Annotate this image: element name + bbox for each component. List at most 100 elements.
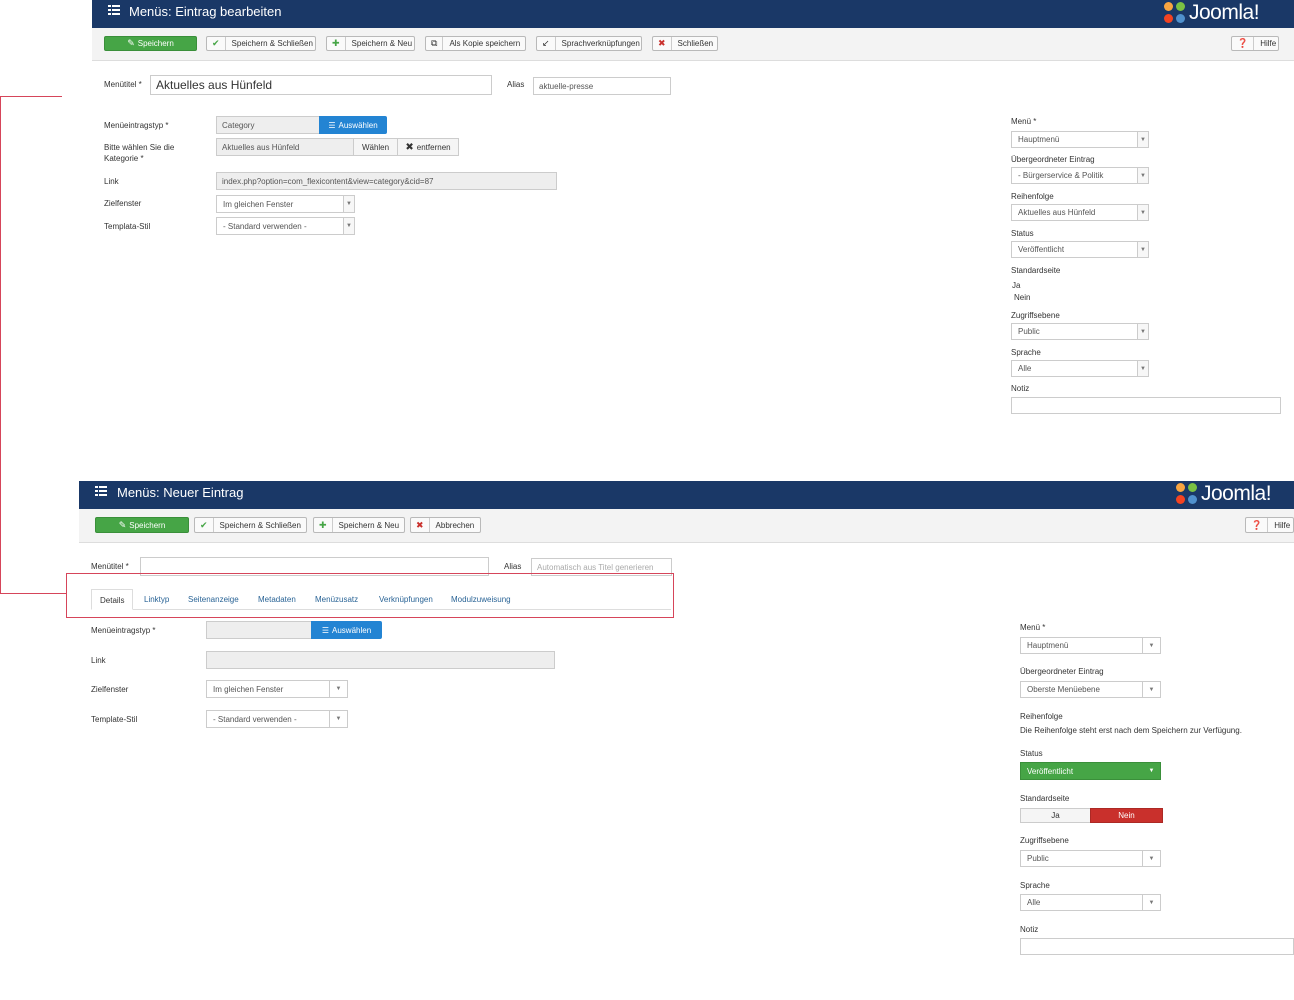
caret-down-icon: ▼ <box>1142 895 1160 910</box>
title-label: Menütitel * <box>104 80 142 89</box>
joomla-logo-icon <box>1176 483 1198 505</box>
plus-icon: ✚ <box>314 518 333 532</box>
bottom-header: Menüs: Neuer Eintrag Joomla! <box>79 481 1294 509</box>
caret-down-icon: ▼ <box>329 681 347 697</box>
chevron-down-icon: ▼ <box>343 218 354 234</box>
save-copy-button[interactable]: ⧉ Als Kopie speichern <box>425 36 526 51</box>
help-button[interactable]: ❓ Hilfe <box>1231 36 1279 51</box>
side-language-select[interactable]: Alle ▼ <box>1011 360 1149 377</box>
side-language-label: Sprache <box>1020 881 1050 890</box>
top-header: Menüs: Eintrag bearbeiten Joomla! <box>92 0 1294 28</box>
menu-item-type-label: Menüeintragstyp * <box>91 626 156 635</box>
side-access-label: Zugriffsebene <box>1011 311 1060 320</box>
side-note-label: Notiz <box>1011 384 1030 393</box>
link-field: index.php?option=com_flexicontent&view=c… <box>216 172 557 190</box>
cancel-button[interactable]: ✖ Abbrechen <box>410 517 481 533</box>
caret-down-icon: ▼ <box>1142 682 1160 697</box>
side-parent-select[interactable]: - Bürgerservice & Politik ▼ <box>1011 167 1149 184</box>
side-menu-label: Menü * <box>1011 117 1037 126</box>
save-close-button[interactable]: ✔ Speichern & Schließen <box>194 517 307 533</box>
side-note-input[interactable] <box>1011 397 1281 414</box>
question-icon: ❓ <box>1232 37 1255 50</box>
side-note-input[interactable] <box>1020 938 1294 955</box>
side-order-note: Die Reihenfolge steht erst nach dem Spei… <box>1020 726 1242 735</box>
save-button[interactable]: ✎ Speichern <box>95 517 189 533</box>
annotation-line-bottom <box>0 593 66 594</box>
list-icon: ☰ <box>328 120 336 130</box>
alias-label: Alias <box>504 562 522 571</box>
menu-item-type-label: Menüeintragstyp * <box>104 121 169 130</box>
side-menu-label: Menü * <box>1020 623 1046 632</box>
link-label: Link <box>91 656 106 665</box>
edit-icon: ✎ <box>118 519 127 530</box>
associations-button[interactable]: ↙ Sprachverknüpfungen <box>536 36 642 51</box>
title-input[interactable]: Aktuelles aus Hünfeld <box>150 75 492 95</box>
default-yes-option[interactable]: Ja <box>1012 281 1020 290</box>
joomla-logo-icon <box>1164 2 1186 24</box>
template-style-select[interactable]: - Standard verwenden - ▼ <box>206 710 348 728</box>
default-yes-button[interactable]: Ja <box>1020 808 1091 823</box>
side-parent-select[interactable]: Oberste Menüebene ▼ <box>1020 681 1161 698</box>
side-status-select[interactable]: Veröffentlicht ▼ <box>1011 241 1149 258</box>
default-no-option[interactable]: Nein <box>1014 293 1030 302</box>
side-default-label: Standardseite <box>1020 794 1070 803</box>
chevron-down-icon: ▼ <box>1137 168 1148 183</box>
side-menu-select[interactable]: Hauptmenü ▼ <box>1020 637 1161 654</box>
menu-item-type-field <box>206 621 312 639</box>
list-icon: ☰ <box>321 625 330 635</box>
plus-icon: ✚ <box>327 37 346 50</box>
page-title: Menüs: Eintrag bearbeiten <box>129 4 282 19</box>
link-label: Link <box>104 177 119 186</box>
save-button[interactable]: ✎ Speichern <box>104 36 197 51</box>
menu-list-icon <box>108 5 120 15</box>
side-menu-select[interactable]: Hauptmenü ▼ <box>1011 131 1149 148</box>
side-access-select[interactable]: Public ▼ <box>1020 850 1161 867</box>
side-language-select[interactable]: Alle ▼ <box>1020 894 1161 911</box>
choose-category-button[interactable]: Wählen <box>353 138 398 156</box>
alias-input[interactable]: aktuelle-presse <box>533 77 671 95</box>
save-close-button[interactable]: ✔ Speichern & Schließen <box>206 36 316 51</box>
side-status-select[interactable]: Veröffentlicht ▼ <box>1020 762 1161 780</box>
chevron-down-icon: ▼ <box>343 196 354 212</box>
copy-icon: ⧉ <box>426 37 444 50</box>
link-field <box>206 651 555 669</box>
target-window-label: Zielfenster <box>104 199 142 208</box>
select-type-button[interactable]: ☰ Auswählen <box>311 621 382 639</box>
save-new-button[interactable]: ✚ Speichern & Neu <box>326 36 415 51</box>
select-type-button[interactable]: ☰ Auswählen <box>319 116 387 134</box>
caret-down-icon: ▼ <box>329 711 347 727</box>
chevron-down-icon: ▼ <box>1137 361 1148 376</box>
side-parent-label: Übergeordneter Eintrag <box>1011 155 1095 164</box>
template-style-select[interactable]: - Standard verwenden - ▼ <box>216 217 355 235</box>
close-button[interactable]: ✖ Schließen <box>652 36 718 51</box>
help-button[interactable]: ❓ Hilfe <box>1245 517 1294 533</box>
side-status-label: Status <box>1011 229 1034 238</box>
side-default-label: Standardseite <box>1011 266 1061 275</box>
side-order-label: Reihenfolge <box>1011 192 1054 201</box>
chevron-down-icon: ▼ <box>1137 242 1148 257</box>
target-window-select[interactable]: Im gleichen Fenster ▼ <box>216 195 355 213</box>
remove-category-button[interactable]: ✖ entfernen <box>397 138 459 156</box>
page-title: Menüs: Neuer Eintrag <box>117 485 244 500</box>
check-icon: ✔ <box>195 518 214 532</box>
template-style-label: Template-Stil <box>91 715 138 724</box>
side-access-select[interactable]: Public ▼ <box>1011 323 1149 340</box>
category-label-line1: Bitte wählen Sie die <box>104 143 175 152</box>
menu-list-icon <box>95 486 107 496</box>
joomla-logo: Joomla! <box>1164 1 1260 25</box>
side-order-select[interactable]: Aktuelles aus Hünfeld ▼ <box>1011 204 1149 221</box>
target-window-label: Zielfenster <box>91 685 129 694</box>
template-style-label: Templata-Stil <box>104 222 151 231</box>
side-note-label: Notiz <box>1020 925 1039 934</box>
default-no-button[interactable]: Nein <box>1090 808 1163 823</box>
question-icon: ❓ <box>1246 518 1269 532</box>
chevron-down-icon: ▼ <box>1137 205 1148 220</box>
edit-icon: ✎ <box>127 38 135 48</box>
annotation-tabs-highlight <box>66 573 674 618</box>
remove-x-icon: ✖ <box>405 141 414 153</box>
caret-down-icon: ▼ <box>1142 851 1160 866</box>
joomla-brand-text: Joomla! <box>1201 482 1272 505</box>
cancel-circle-icon: ✖ <box>411 518 430 532</box>
save-new-button[interactable]: ✚ Speichern & Neu <box>313 517 405 533</box>
target-window-select[interactable]: Im gleichen Fenster ▼ <box>206 680 348 698</box>
